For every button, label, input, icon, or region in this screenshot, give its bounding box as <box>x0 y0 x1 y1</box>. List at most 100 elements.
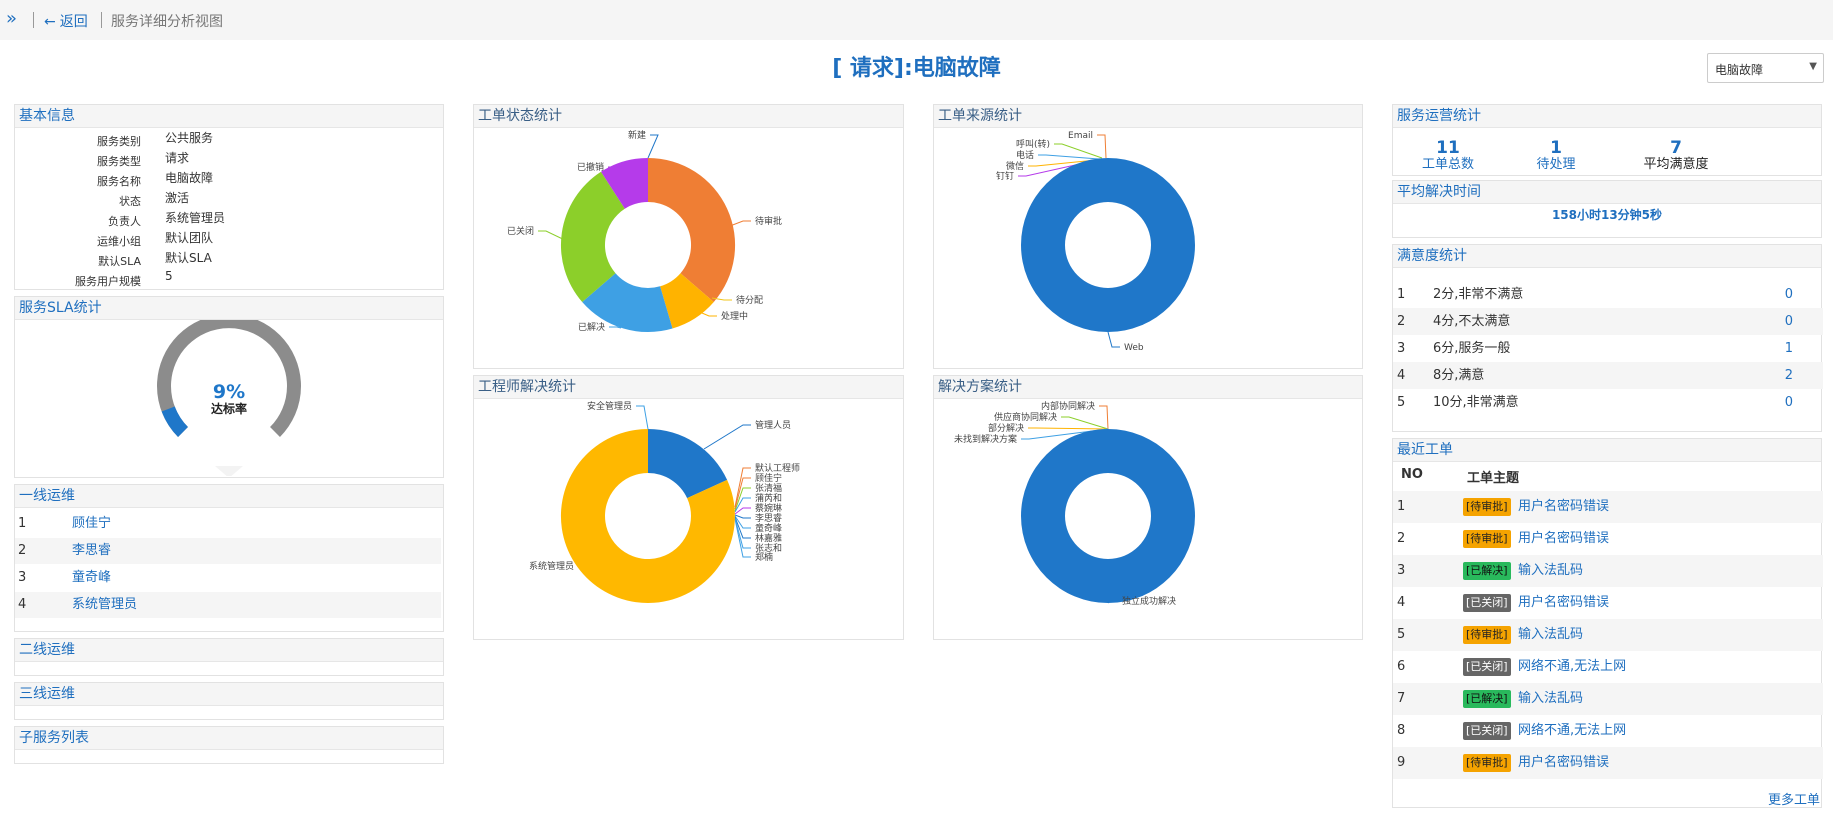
slice-label: 管理人员 <box>755 419 791 431</box>
order-subject-link[interactable]: 用户名密码错误 <box>1518 747 1609 779</box>
slice-label: Web <box>1124 343 1144 353</box>
row-number: 3 <box>18 570 27 585</box>
table-row: 2 4分,不太满意 0 <box>1393 308 1823 335</box>
table-row: 4 [已关闭] 用户名密码错误 <box>1393 587 1823 619</box>
engineer-link[interactable]: 童奇峰 <box>72 565 111 591</box>
row-number: 2 <box>18 543 27 558</box>
pie-slice[interactable] <box>648 157 736 302</box>
order-subject-link[interactable]: 输入法乱码 <box>1518 555 1583 587</box>
panel-title: 服务SLA统计 <box>15 297 443 320</box>
table-row: 3 [已解决] 输入法乱码 <box>1393 555 1823 587</box>
engineer-link[interactable]: 顾佳宁 <box>72 511 111 537</box>
table-row: 7 [已解决] 输入法乱码 <box>1393 683 1823 715</box>
slice-label: 林嘉雅 <box>755 532 782 544</box>
slice-label: 顾佳宁 <box>755 472 782 484</box>
info-row: 服务用户规模 5 <box>15 269 441 293</box>
info-row: 运维小组 默认团队 <box>15 231 441 253</box>
row-number: 2 <box>1397 531 1406 546</box>
row-number: 1 <box>1397 499 1406 514</box>
sla-gauge: 9% 达标率 <box>157 320 301 476</box>
list-item: 3 童奇峰 <box>15 565 441 591</box>
row-number: 4 <box>1397 368 1406 383</box>
breadcrumb: 服务详细分析视图 <box>111 14 223 30</box>
engineer-link[interactable]: 李思睿 <box>72 538 111 564</box>
info-value: 激活 <box>165 191 190 205</box>
rating-count[interactable]: 2 <box>1785 362 1793 389</box>
leader-line <box>1028 427 1109 430</box>
slice-label: 独立成功解决 <box>1122 595 1176 607</box>
pie-slice[interactable] <box>1021 158 1195 332</box>
rating-count[interactable]: 0 <box>1785 389 1793 416</box>
info-key: 服务类型 <box>97 155 141 168</box>
separator <box>101 12 102 28</box>
status-badge: [已解决] <box>1463 690 1511 708</box>
engineer-link[interactable]: 系统管理员 <box>72 592 137 618</box>
list-item: 2 李思睿 <box>15 538 441 564</box>
table-row: 2 [待审批] 用户名密码错误 <box>1393 523 1823 555</box>
row-number: 3 <box>1397 341 1406 356</box>
rating-label: 10分,非常满意 <box>1433 395 1519 410</box>
panel-title: 一线运维 <box>15 485 443 508</box>
slice-label: 钉钉 <box>996 171 1014 182</box>
order-subject-link[interactable]: 网络不通,无法上网 <box>1518 651 1626 683</box>
stat-value: 7 <box>1670 138 1682 158</box>
info-row: 服务名称 电脑故障 <box>15 171 441 193</box>
order-subject-link[interactable]: 网络不通,无法上网 <box>1518 715 1626 747</box>
sla-fill <box>161 406 189 437</box>
order-subject-link[interactable]: 用户名密码错误 <box>1518 491 1609 523</box>
stat-label: 平均满意度 <box>1643 157 1709 172</box>
status-chart-panel: 工单状态统计 新建 待审批 待分配 处理中 已解决 已关闭 已撤销 <box>473 104 904 369</box>
sla-value: 9% <box>213 381 245 403</box>
source-chart-panel: 工单来源统计 Email 呼叫(转) 电话 微信 钉钉 Web <box>933 104 1363 369</box>
leader-line <box>1097 134 1107 159</box>
back-button[interactable]: ← 返回 <box>44 11 88 31</box>
basic-info-panel: 基本信息 服务类别 公共服务 服务类型 请求 服务名称 电脑故障 状态 激活 负责人 系统管理员运… <box>14 104 444 290</box>
rating-label: 6分,服务一般 <box>1433 341 1511 356</box>
rating-count[interactable]: 0 <box>1785 281 1793 308</box>
stat-satisfaction: 7 平均满意度 <box>1631 139 1721 172</box>
row-number: 2 <box>1397 314 1406 329</box>
panel-title: 服务运营统计 <box>1393 105 1821 128</box>
table-row: 1 [待审批] 用户名密码错误 <box>1393 491 1823 523</box>
slice-label: 待分配 <box>736 294 763 306</box>
more-orders-link[interactable]: 更多工单 <box>1768 789 1820 808</box>
slice-label: 已撤销 <box>577 161 604 173</box>
stat-pending: 1 待处理 <box>1521 139 1591 172</box>
pie-slice[interactable] <box>1021 429 1195 603</box>
status-badge: [已关闭] <box>1463 658 1511 676</box>
service-select[interactable]: 电脑故障 ▼ <box>1707 53 1824 83</box>
order-subject-link[interactable]: 输入法乱码 <box>1518 683 1583 715</box>
page-title: [ 请求]:电脑故障 <box>832 56 1001 81</box>
back-label: 返回 <box>59 14 88 30</box>
order-subject-link[interactable]: 用户名密码错误 <box>1518 587 1609 619</box>
col-no: NO <box>1401 467 1423 482</box>
order-subject-link[interactable]: 输入法乱码 <box>1518 619 1583 651</box>
expand-sidebar-icon[interactable]: » <box>6 9 24 29</box>
panel-title: 平均解决时间 <box>1393 181 1821 204</box>
service-select-value: 电脑故障 <box>1715 63 1764 77</box>
info-key: 状态 <box>119 195 141 208</box>
stat-total: 11 工单总数 <box>1413 139 1483 172</box>
status-badge: [已解决] <box>1463 562 1511 580</box>
rating-count[interactable]: 1 <box>1785 335 1793 362</box>
separator <box>33 12 34 28</box>
slice-label: 李思睿 <box>755 512 782 524</box>
panel-title: 基本信息 <box>15 105 443 128</box>
rating-label: 4分,不太满意 <box>1433 314 1511 329</box>
row-number: 1 <box>18 516 27 531</box>
slice-label: 待审批 <box>755 215 782 227</box>
avg-time-value: 158小时13分钟5秒 <box>1551 208 1663 222</box>
info-value: 默认SLA <box>165 251 212 265</box>
stat-value: 11 <box>1436 138 1460 158</box>
order-subject-link[interactable]: 用户名密码错误 <box>1518 523 1609 555</box>
table-row: 8 [已关闭] 网络不通,无法上网 <box>1393 715 1823 747</box>
row-number: 3 <box>1397 563 1406 578</box>
ops-panel: 服务运营统计 11 工单总数 1 待处理 7 平均满意度 <box>1392 104 1822 176</box>
stat-value: 1 <box>1550 138 1562 158</box>
avg-time-panel: 平均解决时间 158小时13分钟5秒 <box>1392 180 1822 238</box>
panel-title: 工单状态统计 <box>474 105 903 128</box>
panel-title: 子服务列表 <box>15 727 443 750</box>
slice-label: 微信 <box>1006 160 1024 172</box>
rating-count[interactable]: 0 <box>1785 308 1793 335</box>
slice-label: 供应商协同解决 <box>994 411 1057 423</box>
